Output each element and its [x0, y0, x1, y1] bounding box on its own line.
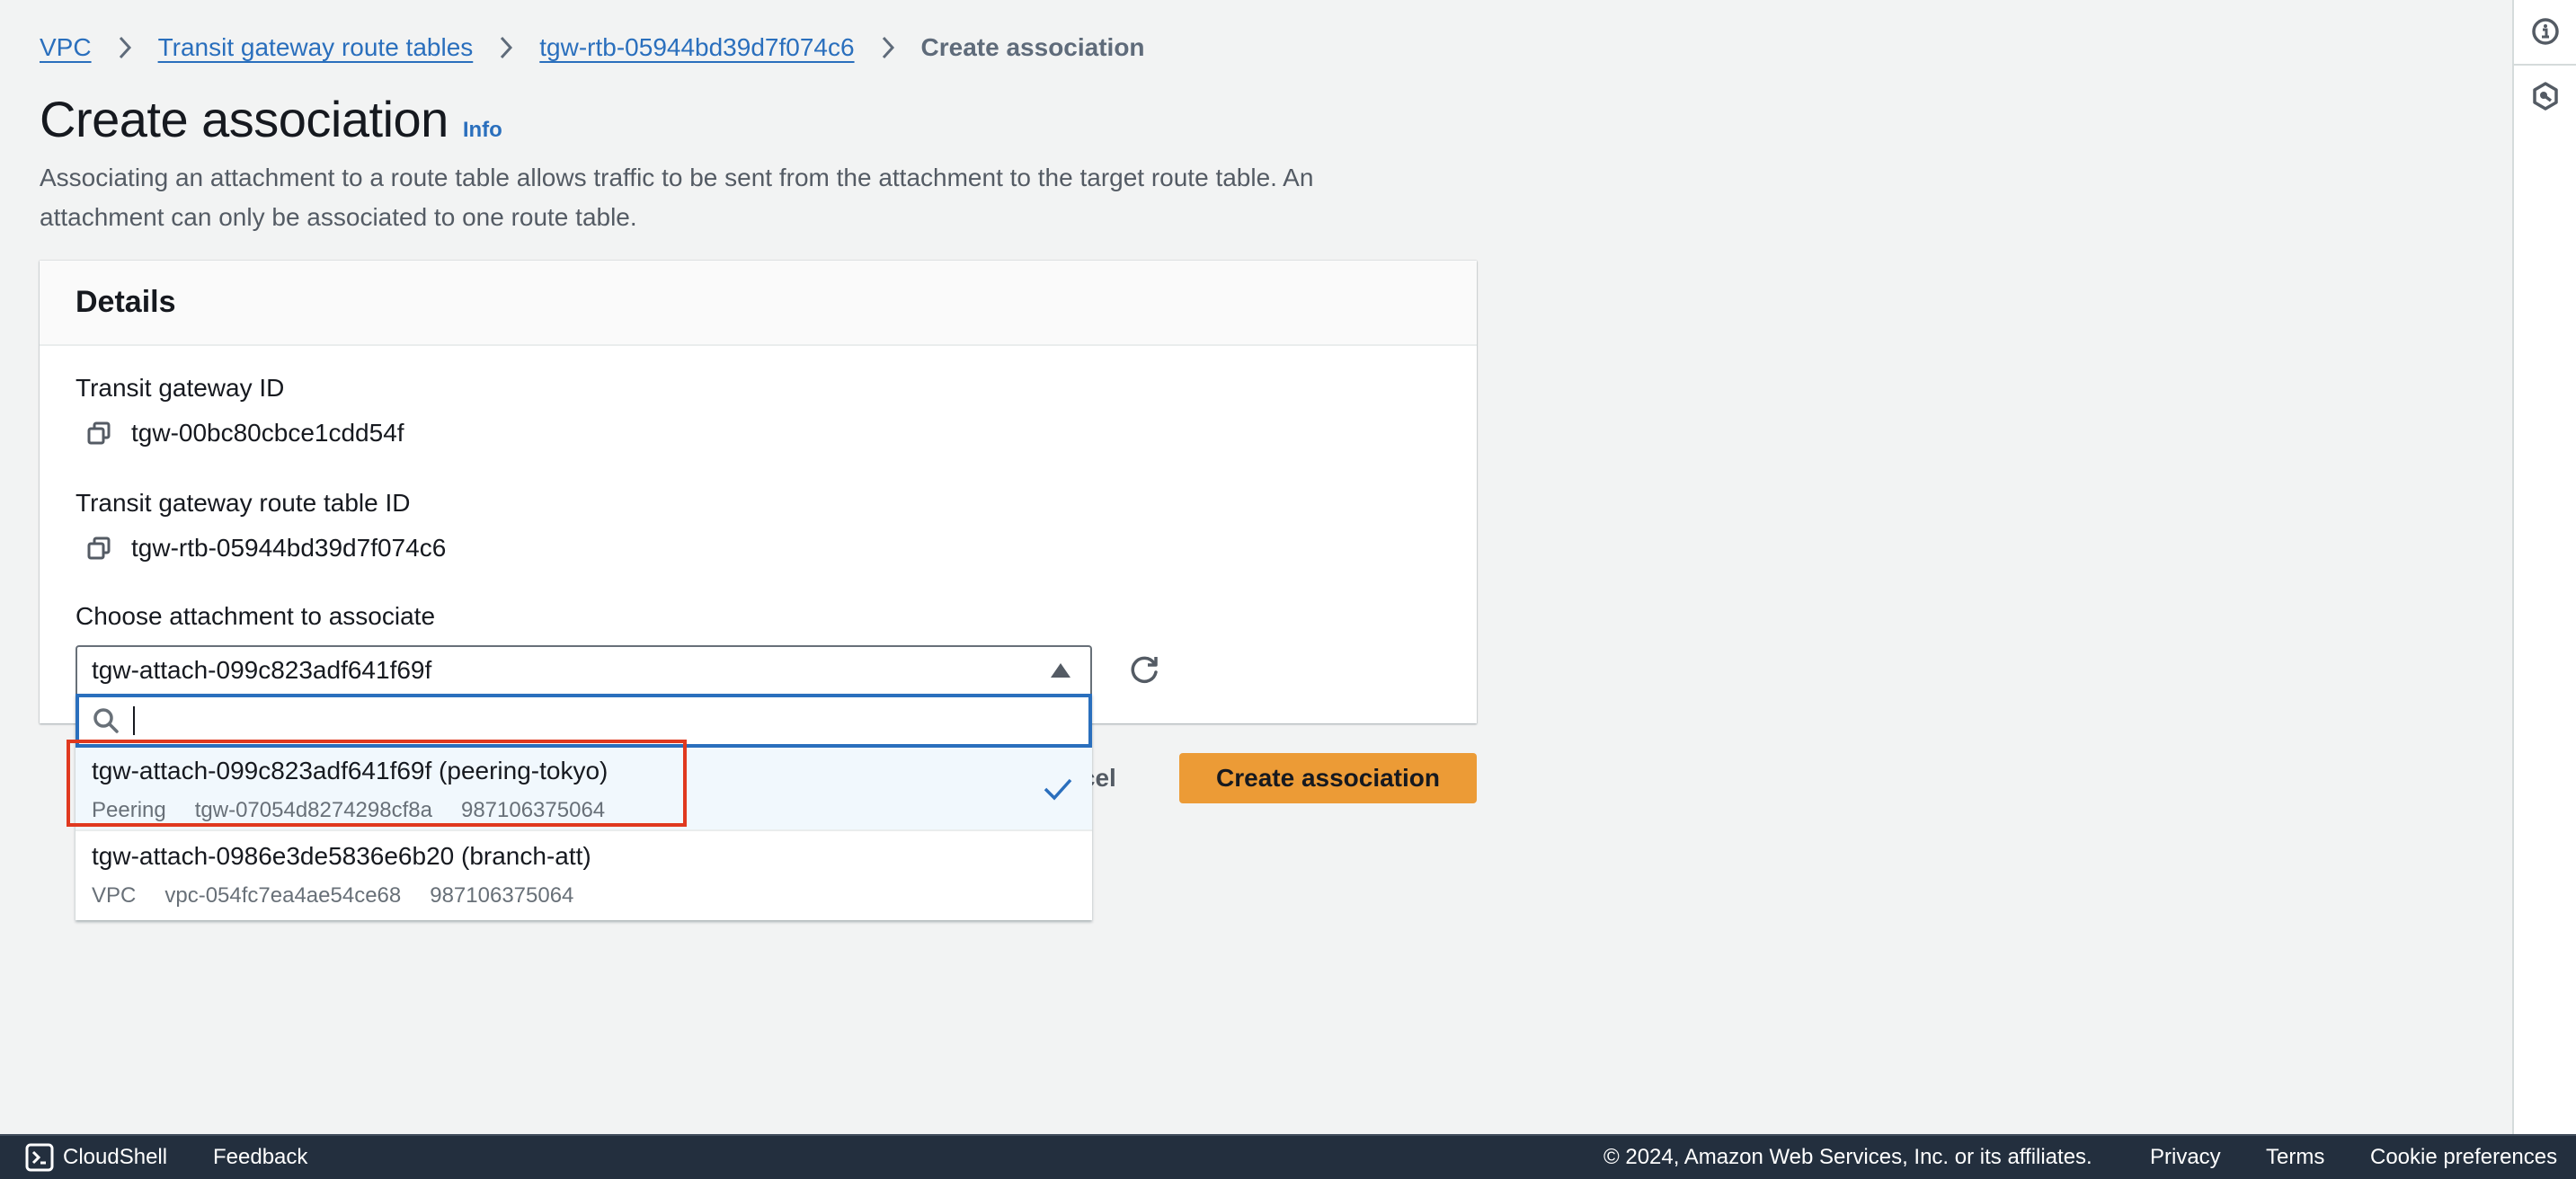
- cloudshell-label: CloudShell: [63, 1145, 168, 1169]
- transit-gateway-id: tgw-00bc80cbce1cdd54f: [131, 419, 404, 447]
- main-content: VPC Transit gateway route tables tgw-rtb…: [0, 0, 2512, 1134]
- copyright-text: © 2024, Amazon Web Services, Inc. or its…: [1603, 1145, 2092, 1169]
- copy-icon[interactable]: [86, 421, 111, 446]
- info-panel-button[interactable]: [2514, 2, 2576, 65]
- option-resource: tgw-07054d8274298cf8a: [194, 798, 432, 822]
- route-table-id: tgw-rtb-05944bd39d7f074c6: [131, 534, 447, 562]
- feedback-link[interactable]: Feedback: [213, 1136, 307, 1179]
- attachment-search-input[interactable]: [138, 706, 1088, 735]
- info-link[interactable]: Info: [463, 118, 502, 143]
- refresh-icon[interactable]: [1126, 652, 1162, 688]
- cookie-preferences-link[interactable]: Cookie preferences: [2370, 1136, 2557, 1179]
- chevron-right-icon: [491, 32, 521, 63]
- create-association-button[interactable]: Create association: [1179, 753, 1477, 803]
- option-tags: VPC vpc-054fc7ea4ae54ce68 987106375064: [92, 883, 602, 909]
- breadcrumb-route-table-id[interactable]: tgw-rtb-05944bd39d7f074c6: [539, 33, 854, 62]
- option-account: 987106375064: [460, 798, 606, 822]
- option-tags: Peering tgw-07054d8274298cf8a 9871063750…: [92, 798, 634, 823]
- cloudshell-button[interactable]: CloudShell: [25, 1136, 167, 1179]
- console-footer: CloudShell Feedback © 2024, Amazon Web S…: [0, 1134, 2576, 1179]
- security-hexagon-icon: [2530, 81, 2561, 116]
- attachment-dropdown: tgw-attach-099c823adf641f69f (peering-to…: [76, 694, 1092, 920]
- option-type: Peering: [92, 798, 166, 822]
- rail-divider: [2514, 64, 2576, 66]
- route-table-id-value: tgw-rtb-05944bd39d7f074c6: [86, 534, 446, 563]
- attachment-option[interactable]: tgw-attach-099c823adf641f69f (peering-to…: [76, 748, 1092, 831]
- right-rail: [2512, 0, 2576, 1134]
- page-header: Create association Info: [40, 90, 502, 148]
- route-table-id-label: Transit gateway route table ID: [76, 489, 411, 517]
- info-icon: [2530, 16, 2561, 51]
- transit-gateway-id-label: Transit gateway ID: [76, 374, 285, 402]
- breadcrumb-current: Create association: [920, 33, 1145, 61]
- page-title: Create association: [40, 91, 449, 147]
- privacy-link[interactable]: Privacy: [2150, 1136, 2221, 1179]
- option-resource: vpc-054fc7ea4ae54ce68: [164, 883, 402, 908]
- attachment-option[interactable]: tgw-attach-0986e3de5836e6b20 (branch-att…: [76, 831, 1092, 920]
- security-panel-button[interactable]: [2514, 66, 2576, 129]
- option-title: tgw-attach-0986e3de5836e6b20 (branch-att…: [92, 842, 591, 870]
- search-icon: [92, 706, 120, 735]
- chevron-right-icon: [110, 32, 140, 63]
- breadcrumb: VPC Transit gateway route tables tgw-rtb…: [40, 32, 1145, 63]
- option-type: VPC: [92, 883, 137, 908]
- details-panel-header: Details: [40, 261, 1477, 346]
- page-description: Associating an attachment to a route tab…: [40, 164, 1314, 231]
- option-title: tgw-attach-099c823adf641f69f (peering-to…: [92, 757, 608, 785]
- terms-link[interactable]: Terms: [2266, 1136, 2324, 1179]
- attachment-select-value: tgw-attach-099c823adf641f69f: [92, 656, 432, 684]
- attachment-search[interactable]: [76, 694, 1092, 748]
- breadcrumb-route-tables[interactable]: Transit gateway route tables: [158, 33, 474, 62]
- transit-gateway-id-value: tgw-00bc80cbce1cdd54f: [86, 419, 404, 448]
- copy-icon[interactable]: [86, 536, 111, 561]
- cloudshell-icon: [25, 1143, 54, 1172]
- text-cursor: [133, 706, 135, 735]
- breadcrumb-vpc[interactable]: VPC: [40, 33, 92, 62]
- attachment-select[interactable]: tgw-attach-099c823adf641f69f: [76, 645, 1092, 694]
- caret-up-icon: [1051, 663, 1070, 678]
- attachment-label: Choose attachment to associate: [76, 602, 436, 630]
- details-heading: Details: [76, 285, 176, 319]
- chevron-right-icon: [873, 32, 903, 63]
- option-account: 987106375064: [430, 883, 574, 908]
- checkmark-icon: [1042, 773, 1074, 805]
